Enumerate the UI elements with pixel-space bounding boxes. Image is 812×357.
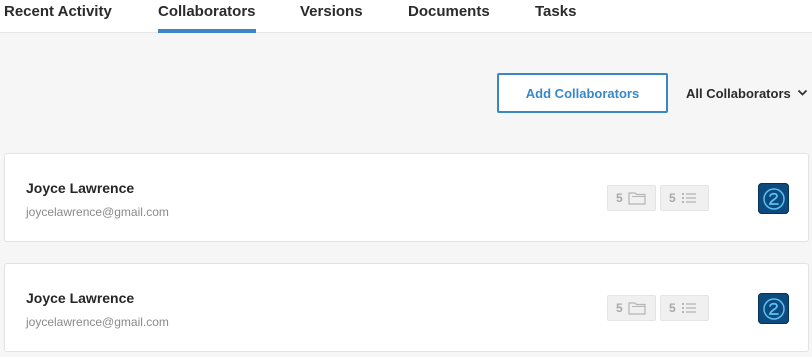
folder-icon: [628, 192, 646, 205]
file-count-badge[interactable]: 5: [607, 185, 656, 211]
app-logo-icon[interactable]: [758, 293, 789, 324]
list-icon: [681, 193, 696, 203]
collaborator-email: joycelawrence@gmail.com: [26, 205, 169, 219]
task-count-badge[interactable]: 5: [660, 185, 709, 211]
file-count: 5: [616, 301, 623, 315]
tab-collaborators[interactable]: Collaborators: [158, 3, 256, 33]
tab-tasks[interactable]: Tasks: [535, 3, 576, 20]
filter-label: All Collaborators: [686, 85, 791, 101]
task-count-badge[interactable]: 5: [660, 295, 709, 321]
collaborator-card: Joyce Lawrence joycelawrence@gmail.com 5…: [4, 263, 809, 352]
collaborator-card: Joyce Lawrence joycelawrence@gmail.com 5…: [4, 153, 809, 242]
collaborator-name: Joyce Lawrence: [26, 180, 135, 196]
file-count: 5: [616, 191, 623, 205]
task-count: 5: [669, 301, 676, 315]
folder-icon: [628, 302, 646, 315]
task-count: 5: [669, 191, 676, 205]
add-collaborators-button[interactable]: Add Collaborators: [497, 73, 668, 113]
collaborator-filter-dropdown[interactable]: All Collaborators: [686, 84, 808, 102]
tab-versions[interactable]: Versions: [300, 3, 363, 20]
tab-recent-activity[interactable]: Recent Activity: [4, 3, 112, 20]
chevron-down-icon: [797, 89, 807, 96]
tab-bar: Recent Activity Collaborators Versions D…: [0, 0, 812, 33]
tab-documents[interactable]: Documents: [408, 3, 490, 20]
collaborator-email: joycelawrence@gmail.com: [26, 315, 169, 329]
file-count-badge[interactable]: 5: [607, 295, 656, 321]
list-icon: [681, 303, 696, 313]
collaborator-name: Joyce Lawrence: [26, 290, 135, 306]
app-logo-icon[interactable]: [758, 183, 789, 214]
